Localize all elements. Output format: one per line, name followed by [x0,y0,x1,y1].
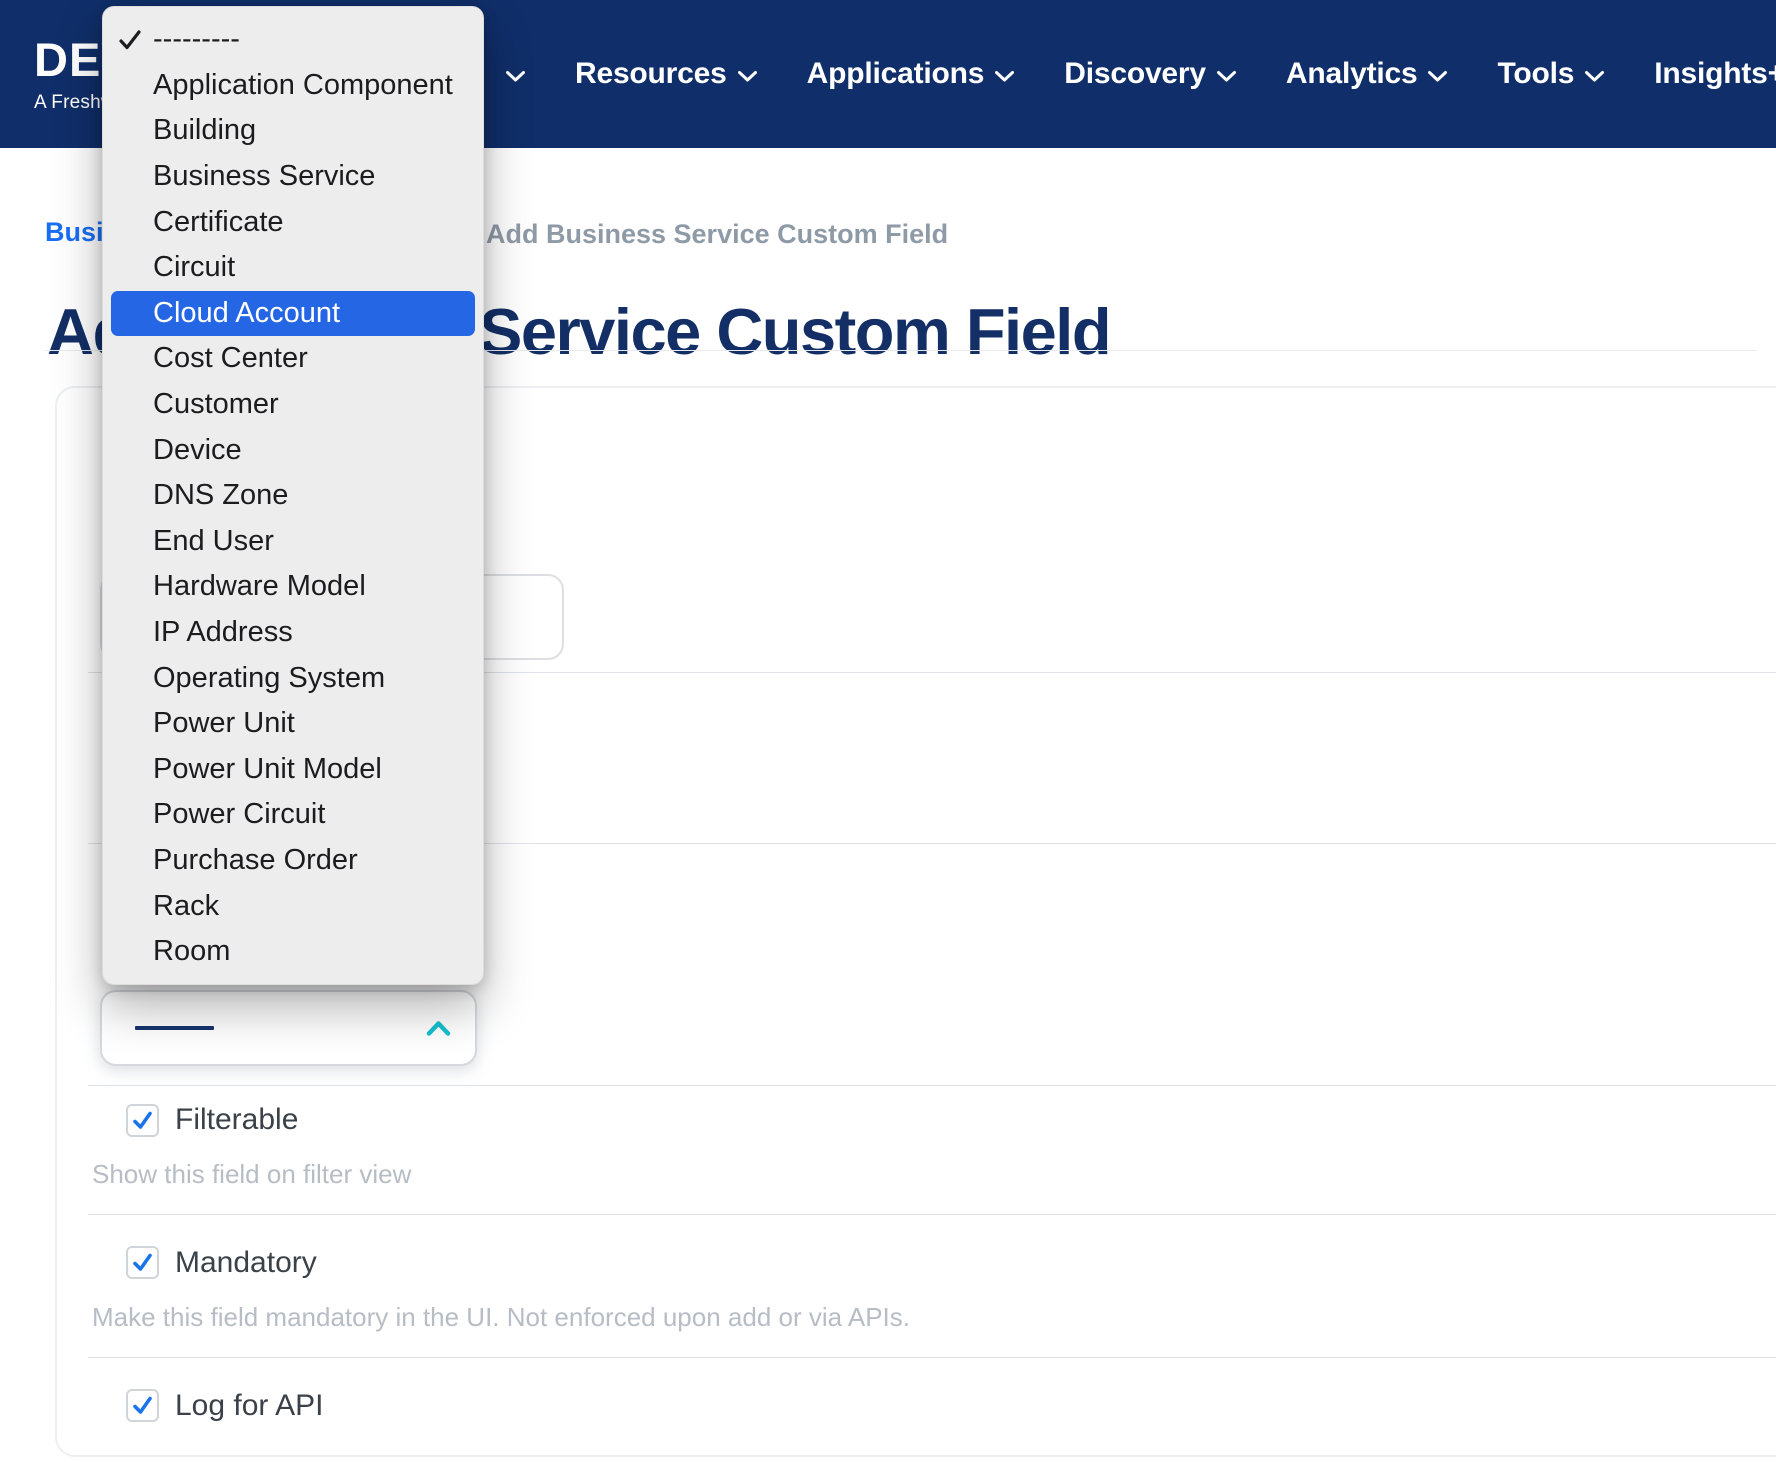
dropdown-option[interactable]: Hardware Model [103,564,483,610]
checkbox-row[interactable]: Mandatory [88,1241,1776,1285]
dropdown-option-label: Power Unit Model [153,752,382,785]
dropdown-option[interactable]: IP Address [103,610,483,656]
check-icon [133,1254,152,1272]
entity-dropdown-menu: --------- Application Component Building… [102,6,484,986]
dropdown-option-label: Business Service [153,160,376,193]
checkbox[interactable] [126,1103,159,1137]
check-icon [119,30,141,49]
dropdown-option[interactable]: Operating System [103,655,483,701]
checkbox-label: Log for API [175,1388,324,1422]
dropdown-option[interactable]: DNS Zone [103,473,483,519]
chevron-down-icon [1428,70,1448,81]
dropdown-option-label: Device [153,433,242,466]
dropdown-option-label: Cloud Account [153,296,341,329]
main-nav: Resources Applications Discovery Analyti… [495,0,1776,148]
dropdown-option[interactable]: Power Unit [103,701,483,747]
checkbox[interactable] [126,1389,159,1423]
nav-menu-item[interactable]: Tools [1497,57,1605,91]
dropdown-option[interactable]: Application Component [103,63,483,109]
dropdown-option[interactable]: Certificate [103,199,483,245]
helper-text: Show this field on filter view [92,1159,412,1189]
breadcrumb-current: Add Business Service Custom Field [486,219,949,249]
dropdown-option-label: IP Address [153,616,293,649]
nav-menu-item[interactable]: Insights+ [1654,57,1776,91]
dropdown-option[interactable]: Device [103,427,483,473]
dropdown-option-label: Operating System [153,661,386,694]
chevron-down-icon [1585,70,1605,81]
dropdown-option-label: Certificate [153,205,284,238]
checkbox-label: Filterable [175,1103,299,1136]
checkbox-row[interactable]: Filterable [88,1098,1776,1142]
chevron-down-icon [1216,70,1236,81]
nav-menu-label: Resources [575,57,727,90]
form-field: Mandatory Make this field mandatory in t… [88,1241,1776,1358]
helper-text: Make this field mandatory in the UI. Not… [92,1301,910,1332]
dropdown-option-label: End User [153,524,274,557]
dropdown-option-label: --------- [153,23,240,56]
dropdown-option[interactable]: Power Unit Model [103,747,483,793]
dropdown-option-label: Circuit [153,251,236,284]
dropdown-option[interactable]: Power Circuit [103,792,483,838]
select-placeholder-value [135,1026,214,1030]
chevron-down-icon [737,70,757,81]
dropdown-option[interactable]: Rack [103,883,483,929]
dropdown-option[interactable]: Cost Center [103,336,483,382]
chevron-up-icon [426,1020,451,1036]
dropdown-option[interactable]: End User [103,519,483,565]
dropdown-option-label: Cost Center [153,342,308,375]
dropdown-option[interactable]: Cloud Account [111,290,475,337]
section-divider [88,1356,1776,1358]
nav-menu-item[interactable]: Discovery [1064,57,1237,91]
dropdown-option-label: Power Circuit [153,798,326,831]
dropdown-option-label: Room [153,935,231,968]
nav-menu-item[interactable]: Resources [575,57,758,91]
nav-menu-label: Applications [806,57,985,90]
dropdown-option-label: Customer [153,388,279,421]
nav-menu-label: Insights+ [1654,57,1776,90]
checkbox-label: Mandatory [175,1245,317,1279]
dropdown-option[interactable]: Room [103,929,483,975]
nav-menu-item[interactable]: Analytics [1286,57,1449,91]
related-entity-select[interactable] [100,990,477,1066]
chevron-down-icon [506,70,525,81]
nav-menu-label: Discovery [1064,57,1206,90]
checkbox-fields: Filterable Show this field on filter vie… [88,1098,1776,1428]
dropdown-option-label: Hardware Model [153,570,366,603]
checkbox-row[interactable]: Log for API [88,1384,1776,1428]
dropdown-option[interactable]: Circuit [103,245,483,291]
check-icon [133,1111,152,1129]
nav-menu-label: Tools [1497,57,1575,90]
form-field: Filterable Show this field on filter vie… [88,1098,1776,1215]
dropdown-option[interactable]: Building [103,108,483,154]
dropdown-option-label: Application Component [153,68,453,101]
dropdown-option[interactable]: --------- [103,17,483,63]
nav-menu-item[interactable] [495,66,526,83]
form-field: Log for API [88,1384,1776,1428]
dropdown-option-label: Purchase Order [153,843,358,876]
check-icon [133,1396,152,1415]
nav-menu-item[interactable]: Applications [807,57,1016,91]
dropdown-option-label: DNS Zone [153,479,289,512]
dropdown-option-label: Building [153,114,257,147]
dropdown-option-label: Rack [153,889,220,922]
checkbox[interactable] [126,1246,159,1280]
dropdown-option[interactable]: Customer [103,382,483,428]
section-divider [88,1213,1776,1215]
dropdown-option[interactable]: Business Service [103,154,483,200]
dropdown-option-label: Power Unit [153,707,295,740]
chevron-down-icon [995,70,1015,81]
section-divider [88,1085,1776,1086]
dropdown-option[interactable]: Purchase Order [103,838,483,884]
nav-menu-label: Analytics [1285,57,1418,90]
